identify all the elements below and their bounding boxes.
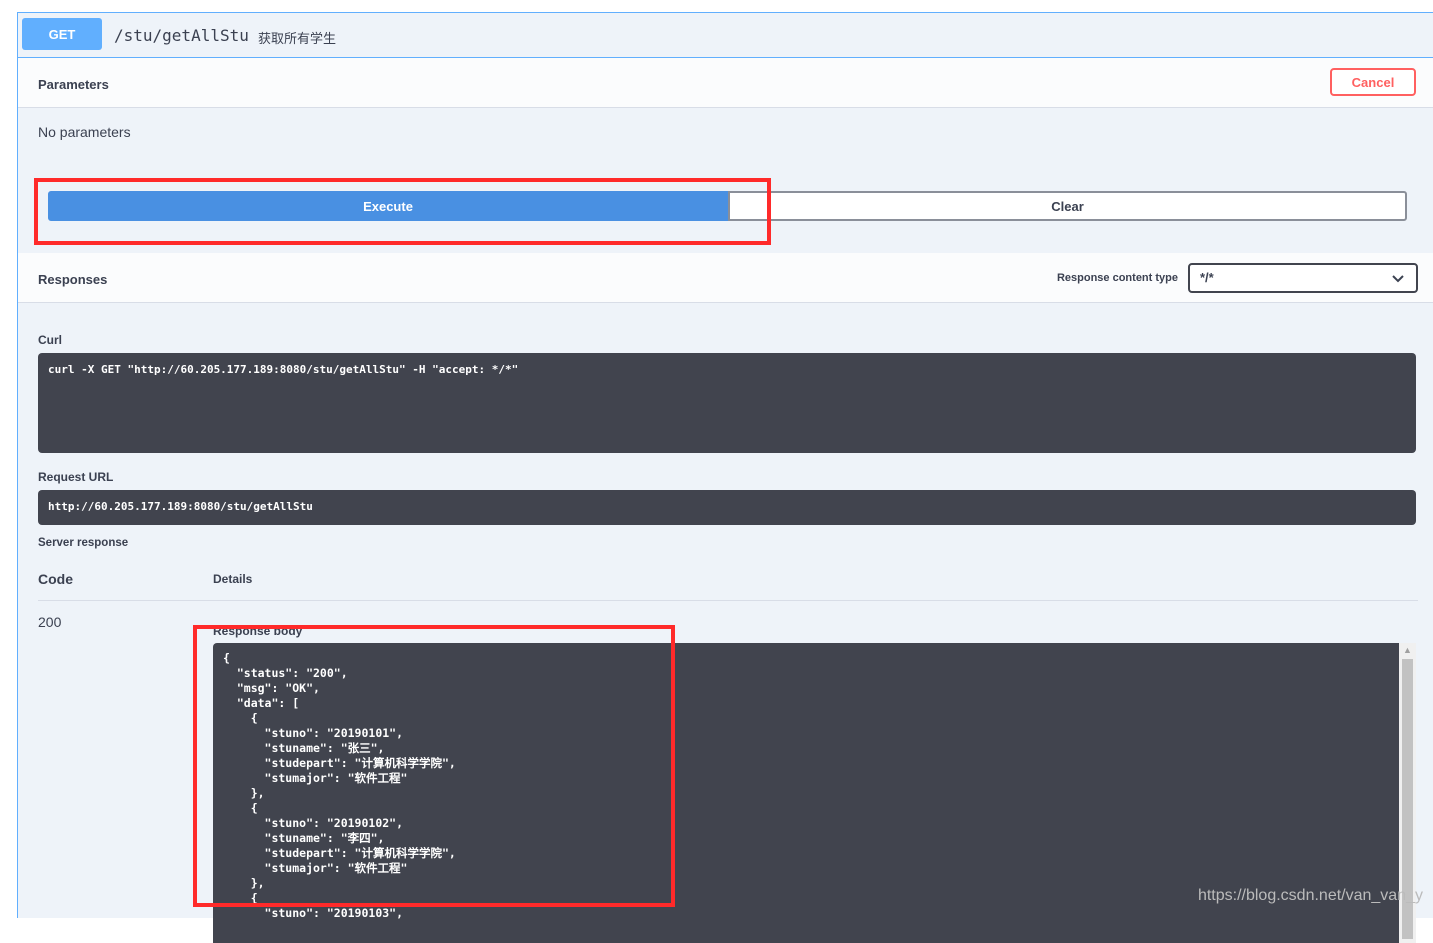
endpoint-path: /stu/getAllStu: [114, 26, 249, 45]
server-response-label: Server response: [38, 537, 129, 549]
request-url-label: Request URL: [38, 470, 114, 484]
response-table-divider: [38, 600, 1418, 601]
body-line: "status": "200",: [223, 666, 348, 680]
operation-block: GET /stu/getAllStu 获取所有学生 Parameters Can…: [17, 12, 1433, 943]
scroll-up-arrow-icon[interactable]: ▲: [1399, 645, 1416, 657]
body-line: {: [223, 651, 230, 665]
body-line: "stuname": "张三",: [223, 741, 385, 755]
response-status-code: 200: [38, 614, 62, 630]
method-badge: GET: [22, 18, 102, 50]
body-line: "msg": "OK",: [223, 681, 320, 695]
cancel-button[interactable]: Cancel: [1330, 68, 1416, 96]
chevron-down-icon: [1392, 268, 1404, 296]
response-content-type-value: */*: [1200, 270, 1214, 285]
body-line: {: [223, 801, 258, 815]
body-line: "data": [: [223, 696, 300, 710]
body-line: "studepart": "计算机科学学院",: [223, 846, 456, 860]
body-line: "stuno": "20190102",: [223, 816, 404, 830]
body-line: "stumajor": "软件工程": [223, 861, 408, 875]
request-url-value: http://60.205.177.189:8080/stu/getAllStu: [38, 490, 1416, 525]
body-line: "stumajor": "软件工程": [223, 771, 408, 785]
curl-label: Curl: [38, 333, 62, 347]
body-line: },: [223, 786, 265, 800]
body-line: "studepart": "计算机科学学院",: [223, 756, 456, 770]
body-line: "stuname": "李四",: [223, 831, 385, 845]
execute-button[interactable]: Execute: [48, 191, 728, 221]
body-line: "stuno": "20190103",: [223, 906, 404, 920]
body-line: {: [223, 711, 258, 725]
response-content-type-select[interactable]: */*: [1188, 263, 1418, 293]
operation-summary[interactable]: GET /stu/getAllStu 获取所有学生: [18, 13, 1433, 58]
details-column-header: Details: [213, 572, 253, 586]
endpoint-description: 获取所有学生: [258, 31, 337, 46]
responses-header: Responses Response content type */*: [18, 252, 1433, 303]
no-parameters-text: No parameters: [38, 124, 131, 140]
watermark: https://blog.csdn.net/van_van_y: [1197, 887, 1423, 904]
curl-command: curl -X GET "http://60.205.177.189:8080/…: [38, 353, 1416, 453]
clear-button[interactable]: Clear: [728, 191, 1407, 221]
responses-title: Responses: [38, 272, 108, 287]
parameters-title: Parameters: [38, 77, 109, 92]
body-line: "stuno": "20190101",: [223, 726, 404, 740]
response-body-label: Response body: [213, 624, 303, 638]
response-content-type-label: Response content type: [1056, 272, 1178, 284]
code-column-header: Code: [38, 571, 73, 587]
parameters-header: Parameters Cancel: [18, 58, 1433, 108]
